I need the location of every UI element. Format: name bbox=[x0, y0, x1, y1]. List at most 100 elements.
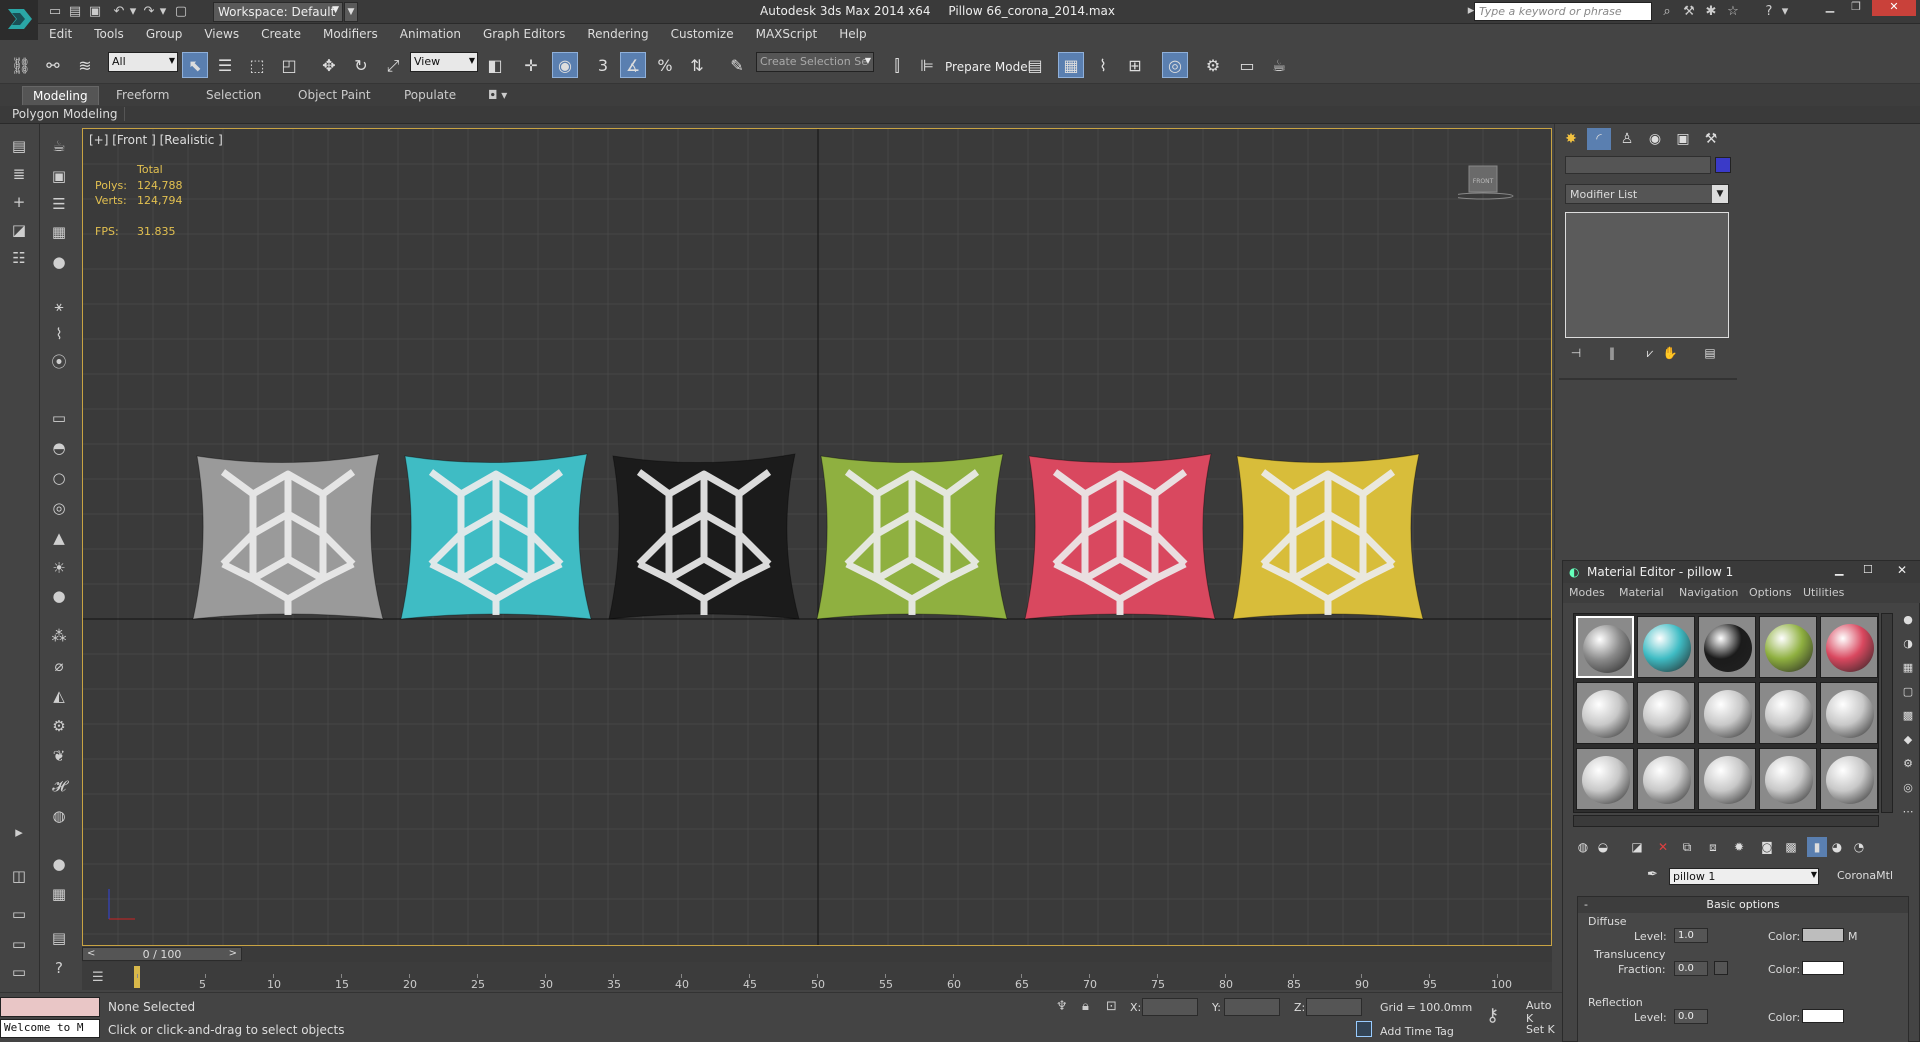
reference-coordinate-dropdown[interactable]: View ▼ bbox=[410, 52, 478, 72]
menu-modes[interactable]: Modes bbox=[1569, 586, 1605, 599]
gear-icon[interactable]: ⚙ bbox=[46, 714, 72, 738]
viewcube[interactable]: FRONT bbox=[1452, 164, 1514, 204]
workspace-menu-button[interactable]: ▼ bbox=[344, 2, 358, 22]
open-file-icon[interactable]: ▤ bbox=[66, 3, 84, 21]
time-slider-thumb[interactable]: <0 / 100 > bbox=[82, 947, 242, 961]
viewport-layout-4-icon[interactable]: ▭ bbox=[6, 960, 32, 984]
sphere-icon[interactable]: ○ bbox=[46, 466, 72, 490]
menu-graph-editors[interactable]: Graph Editors bbox=[472, 24, 576, 41]
utilities-tab-icon[interactable]: ⚒ bbox=[1699, 128, 1723, 150]
menu-help[interactable]: Help bbox=[828, 24, 877, 41]
pin-stack-icon[interactable]: ⊣ bbox=[1565, 346, 1587, 364]
new-file-icon[interactable]: ▭ bbox=[46, 3, 64, 21]
edit-named-selection-icon[interactable]: ✎ bbox=[724, 52, 750, 78]
basic-options-header[interactable]: Basic options bbox=[1578, 897, 1908, 913]
material-navigator-icon[interactable]: ⋯ bbox=[1899, 805, 1917, 823]
pillow-gray[interactable] bbox=[192, 453, 384, 620]
time-slider[interactable]: <0 / 100 > bbox=[82, 946, 1552, 962]
tab-populate[interactable]: Populate bbox=[394, 86, 466, 105]
hierarchy-tab-icon[interactable]: ♙ bbox=[1615, 128, 1639, 150]
maximize-icon[interactable]: ☐ bbox=[1863, 563, 1873, 576]
reflection-level-spinner[interactable]: 0.0 bbox=[1674, 1009, 1708, 1024]
material-slot[interactable] bbox=[1759, 748, 1817, 810]
material-slot[interactable] bbox=[1759, 616, 1817, 678]
minimize-icon[interactable]: ▁ bbox=[1835, 563, 1843, 576]
select-by-name-icon[interactable]: ☰ bbox=[212, 52, 238, 78]
binoculars-icon[interactable]: ⌕ bbox=[1658, 3, 1676, 21]
selection-lock-icon[interactable]: 🔒︎ bbox=[1082, 999, 1089, 1014]
make-preview-icon[interactable]: ◆ bbox=[1899, 733, 1917, 751]
material-name-dropdown[interactable]: pillow 1 ▼ bbox=[1669, 868, 1819, 885]
minimize-icon[interactable]: ▁ bbox=[1818, 0, 1842, 16]
add-time-tag-button[interactable]: Add Time Tag bbox=[1380, 1025, 1454, 1038]
menu-animation[interactable]: Animation bbox=[389, 24, 472, 41]
plus-icon[interactable]: + bbox=[6, 190, 32, 214]
link-icon[interactable]: ⛓ bbox=[8, 52, 34, 78]
display-tab-icon[interactable]: ▣ bbox=[1671, 128, 1695, 150]
modifier-stack[interactable] bbox=[1565, 212, 1729, 338]
prepare-model-label[interactable]: Prepare Model bbox=[945, 60, 1031, 74]
utility-icon[interactable]: ▤ bbox=[46, 926, 72, 950]
material-slot[interactable] bbox=[1698, 682, 1756, 744]
material-slot[interactable] bbox=[1576, 682, 1634, 744]
show-end-result-icon[interactable]: ‖ bbox=[1601, 346, 1623, 364]
reflection-color-swatch[interactable] bbox=[1802, 1009, 1844, 1023]
create-tab-icon[interactable]: ✸ bbox=[1559, 128, 1583, 150]
translucency-fraction-spinner[interactable]: 0.0 bbox=[1674, 961, 1708, 976]
menu-create[interactable]: Create bbox=[250, 24, 312, 41]
menu-customize[interactable]: Customize bbox=[660, 24, 745, 41]
layers-stack-icon[interactable]: ≣ bbox=[6, 162, 32, 186]
scale-icon[interactable]: ⤢ bbox=[380, 52, 406, 78]
put-material-icon[interactable]: ◒ bbox=[1593, 837, 1613, 857]
make-unique-icon[interactable]: ⧈ bbox=[1703, 837, 1723, 857]
backlight-icon[interactable]: ◑ bbox=[1899, 637, 1917, 655]
render-setup-icon[interactable]: ⚙ bbox=[1200, 52, 1226, 78]
viewport-label[interactable]: [+] [Front ] [Realistic ] bbox=[89, 133, 223, 147]
maxscript-listener-field[interactable] bbox=[0, 997, 100, 1017]
material-sphere-icon[interactable]: ● bbox=[46, 852, 72, 876]
y-coord-field[interactable] bbox=[1224, 998, 1280, 1016]
track-bar[interactable]: ☰ 5 10 15 20 25 30 35 40 45 50 55 60 65 70 75 80 85 90 95 1… bbox=[82, 962, 1552, 991]
close-icon[interactable]: ✕ bbox=[1872, 0, 1916, 16]
previous-frame-icon[interactable]: < bbox=[87, 948, 95, 959]
menu-tools[interactable]: Tools bbox=[83, 24, 135, 41]
set-key-button[interactable]: Set K bbox=[1526, 1023, 1555, 1036]
select-icon[interactable]: ◪ bbox=[6, 218, 32, 242]
rectangle-selection-icon[interactable]: ⬚ bbox=[244, 52, 270, 78]
light-icon[interactable]: ● bbox=[46, 250, 72, 274]
plane-icon[interactable]: ▭ bbox=[46, 406, 72, 430]
torus-icon[interactable]: ◎ bbox=[46, 496, 72, 520]
select-manipulate-icon[interactable]: ✛ bbox=[518, 52, 544, 78]
make-unique-icon[interactable]: ⩗ bbox=[1639, 346, 1661, 364]
material-slot[interactable] bbox=[1698, 748, 1756, 810]
show-map-icon[interactable]: ▩ bbox=[1781, 837, 1801, 857]
show-end-result-icon[interactable]: ▮ bbox=[1807, 837, 1827, 857]
modify-tab-icon[interactable]: ◜ bbox=[1587, 128, 1611, 150]
menu-modifiers[interactable]: Modifiers bbox=[312, 24, 389, 41]
key-icon[interactable]: ⚷ bbox=[1486, 1005, 1499, 1026]
menu-edit[interactable]: Edit bbox=[38, 24, 83, 41]
render-icon[interactable]: ▣ bbox=[46, 164, 72, 188]
communication-icon[interactable]: ✱ bbox=[1702, 3, 1720, 21]
menu-navigation[interactable]: Navigation bbox=[1679, 586, 1738, 599]
material-slot[interactable] bbox=[1698, 616, 1756, 678]
material-slot[interactable] bbox=[1820, 616, 1878, 678]
modifier-list-dropdown[interactable]: Modifier List ▼ bbox=[1565, 184, 1729, 204]
viewport-layout-3-icon[interactable]: ▭ bbox=[6, 932, 32, 956]
material-slot[interactable] bbox=[1576, 616, 1634, 678]
restore-icon[interactable]: ❐ bbox=[1844, 0, 1868, 16]
material-slot[interactable] bbox=[1637, 682, 1695, 744]
save-icon[interactable]: ▣ bbox=[86, 3, 104, 21]
menu-maxscript[interactable]: MAXScript bbox=[745, 24, 829, 41]
search-input[interactable]: Type a keyword or phrase bbox=[1474, 2, 1652, 21]
menu-material[interactable]: Material bbox=[1619, 586, 1664, 599]
object-name-field[interactable] bbox=[1565, 156, 1711, 174]
list-icon[interactable]: ☰ bbox=[46, 192, 72, 216]
keyboard-shortcut-override-icon[interactable]: ◉ bbox=[552, 52, 578, 78]
help-circle-icon[interactable]: ? bbox=[46, 956, 72, 980]
teapot-icon[interactable]: ☕ bbox=[46, 134, 72, 158]
material-slot[interactable] bbox=[1637, 616, 1695, 678]
collapse-icon[interactable]: - bbox=[1584, 898, 1588, 911]
translucency-color-swatch[interactable] bbox=[1802, 961, 1844, 975]
pipe-icon[interactable]: ⌀ bbox=[46, 654, 72, 678]
